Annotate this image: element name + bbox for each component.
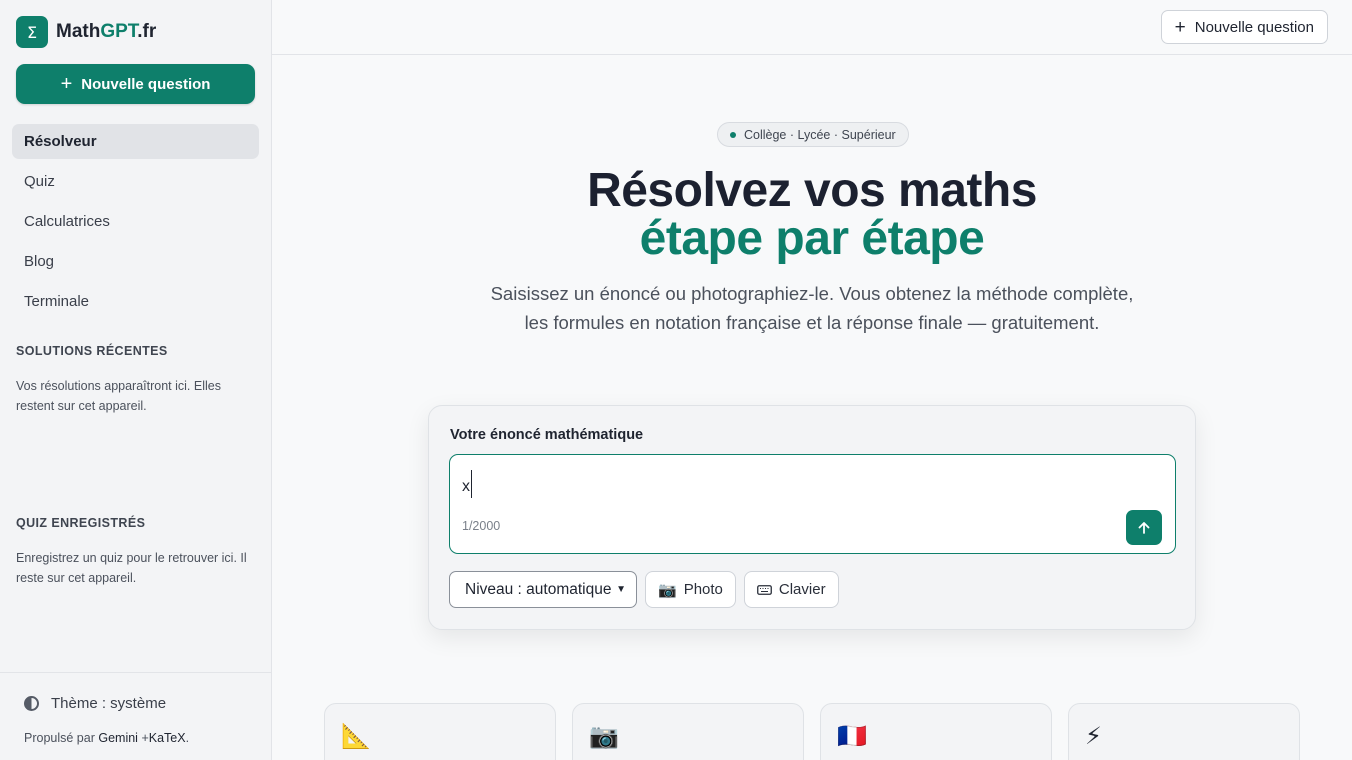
level-select-value: Niveau : automatique	[465, 580, 612, 598]
sidebar-item-blog[interactable]: Blog	[12, 244, 259, 279]
keyboard-icon	[756, 584, 772, 595]
sidebar-new-question-label: Nouvelle question	[81, 75, 211, 93]
hero-title: Résolvez vos maths	[587, 164, 1037, 217]
sidebar-new-question-button[interactable]: + Nouvelle question	[16, 64, 255, 104]
input-controls: Niveau : automatique ▼ 📷 Photo Clavier	[449, 571, 839, 608]
sigma-logo-icon: Σ	[16, 16, 48, 48]
sidebar-nav: Résolveur Quiz Calculatrices Blog Termin…	[12, 124, 259, 324]
keyboard-button[interactable]: Clavier	[743, 571, 839, 608]
problem-textarea-value: x	[462, 470, 472, 501]
problem-textarea[interactable]: x 1/2000	[449, 454, 1176, 554]
level-select[interactable]: Niveau : automatique ▼	[449, 571, 637, 608]
sidebar: Σ MathGPT.fr + Nouvelle question Résolve…	[0, 0, 272, 760]
problem-value-text: x	[462, 478, 470, 496]
plus-icon: +	[1174, 16, 1186, 38]
sidebar-item-terminale[interactable]: Terminale	[12, 284, 259, 319]
sidebar-item-resolveur[interactable]: Résolveur	[12, 124, 259, 159]
problem-input-label: Votre énoncé mathématique	[450, 427, 644, 443]
french-flag-icon: 🇫🇷	[837, 722, 867, 750]
submit-button[interactable]	[1126, 510, 1162, 545]
header-new-question-button[interactable]: + Nouvelle question	[1160, 10, 1328, 44]
main-content: Collège · Lycée · Supérieur Résolvez vos…	[272, 55, 1352, 760]
feature-card-steps: 📐	[324, 703, 556, 760]
hero-subtitle: Saisissez un énoncé ou photographiez-le.…	[462, 279, 1162, 337]
brand-name: MathGPT.fr	[56, 21, 156, 43]
recent-solutions-title: SOLUTIONS RÉCENTES	[16, 344, 168, 358]
powered-by-prefix: Propulsé par	[24, 731, 95, 745]
plus-icon: +	[60, 73, 73, 95]
char-counter: 1/2000	[462, 519, 501, 533]
hero-title-accent: étape par étape	[639, 212, 985, 265]
hero-subtitle-line2: les formules en notation française et la…	[524, 312, 1100, 333]
sidebar-item-quiz[interactable]: Quiz	[12, 164, 259, 199]
brand-name-main: Math	[56, 21, 101, 42]
powered-by: Propulsé par Gemini +KaTeX.	[24, 731, 189, 745]
katex-link[interactable]: KaTeX	[149, 731, 186, 745]
sidebar-footer: Thème : système Propulsé par Gemini +KaT…	[0, 672, 271, 760]
brand-name-accent: GPT	[100, 21, 138, 42]
brand-logo[interactable]: Σ MathGPT.fr	[16, 16, 156, 48]
powered-by-suffix: .	[185, 731, 190, 745]
sidebar-item-calculatrices[interactable]: Calculatrices	[12, 204, 259, 239]
camera-icon: 📷	[589, 722, 619, 750]
level-badge: Collège · Lycée · Supérieur	[717, 122, 909, 147]
level-badge-text: Collège · Lycée · Supérieur	[744, 127, 896, 142]
keyboard-button-label: Clavier	[778, 581, 826, 598]
photo-button[interactable]: 📷 Photo	[645, 571, 736, 608]
brand-name-tld: .fr	[137, 21, 157, 42]
badge-dot-icon	[730, 131, 736, 138]
photo-button-label: Photo	[683, 581, 723, 598]
powered-by-plus: +	[141, 731, 149, 745]
feature-card-photo: 📷	[572, 703, 804, 760]
lightning-icon: ⚡	[1085, 722, 1102, 750]
gemini-link[interactable]: Gemini	[98, 731, 138, 745]
text-caret	[471, 470, 472, 498]
hero-subtitle-line1: Saisissez un énoncé ou photographiez-le.…	[490, 283, 1134, 304]
camera-icon: 📷	[658, 581, 677, 599]
saved-quiz-empty-text: Enregistrez un quiz pour le retrouver ic…	[16, 551, 247, 585]
theme-toggle-button[interactable]: Thème : système	[16, 689, 174, 717]
theme-label: Thème : système	[51, 694, 167, 712]
saved-quiz-title: QUIZ ENREGISTRÉS	[16, 516, 146, 530]
header-new-question-label: Nouvelle question	[1194, 18, 1314, 36]
chevron-down-icon: ▼	[616, 584, 626, 595]
arrow-up-icon	[1138, 521, 1150, 534]
problem-input-card: Votre énoncé mathématique x 1/2000 Nivea…	[428, 405, 1196, 630]
top-bar: + Nouvelle question	[272, 0, 1352, 55]
recent-solutions-empty-text: Vos résolutions apparaîtront ici. Elles …	[16, 379, 221, 413]
feature-card-fast: ⚡	[1068, 703, 1300, 760]
feature-card-french-notation: 🇫🇷	[820, 703, 1052, 760]
contrast-icon	[24, 695, 39, 711]
triangular-ruler-icon: 📐	[341, 722, 371, 750]
